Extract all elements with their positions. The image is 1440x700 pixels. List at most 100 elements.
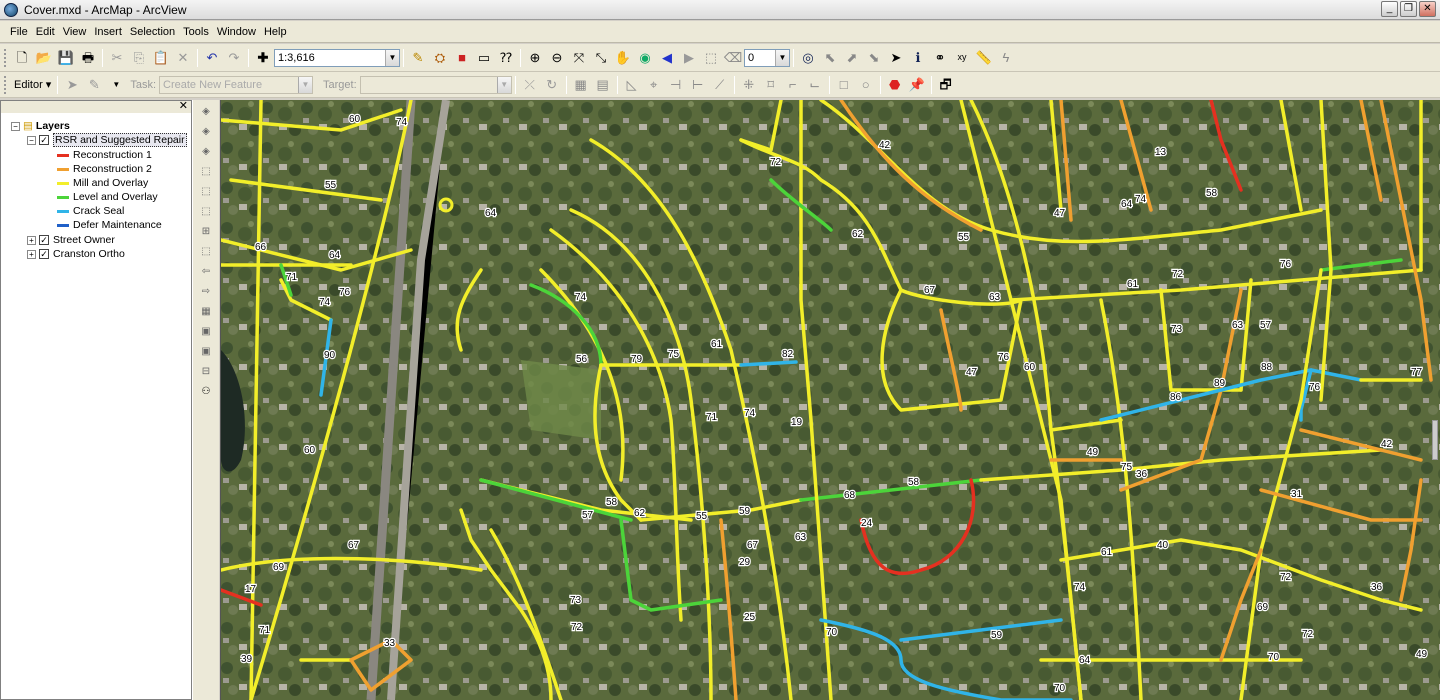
minimize-button[interactable]: _ bbox=[1381, 1, 1398, 17]
layout-view-icon[interactable]: 🗗 bbox=[937, 76, 955, 94]
layer-label[interactable]: Street Owner bbox=[53, 234, 115, 246]
vertex-icon[interactable]: ⁜ bbox=[740, 76, 758, 94]
toolbar-grip[interactable] bbox=[4, 75, 7, 94]
rectangle-icon[interactable]: □ bbox=[835, 76, 853, 94]
toolbar-grip[interactable] bbox=[4, 48, 7, 67]
topology-edit-icon[interactable]: ◺ bbox=[623, 76, 641, 94]
attributes-icon[interactable]: ▦ bbox=[572, 76, 590, 94]
back-arrow-icon[interactable]: ◀ bbox=[658, 49, 676, 67]
tool-icon[interactable]: ◈ bbox=[197, 123, 215, 140]
chevron-down-icon[interactable]: ▼ bbox=[298, 76, 313, 93]
rotate-tool-icon[interactable]: ↻ bbox=[543, 76, 561, 94]
tool-icon[interactable]: ◈ bbox=[197, 143, 215, 160]
find-binoculars-icon[interactable]: ⚭ bbox=[931, 49, 949, 67]
zoom-in-icon[interactable]: ⊕ bbox=[526, 49, 544, 67]
layer-visibility-checkbox[interactable]: ✓ bbox=[39, 135, 49, 145]
identify-icon[interactable]: ℹ bbox=[909, 49, 927, 67]
add-data-icon[interactable]: ✚ bbox=[254, 49, 272, 67]
edit-tool-icon[interactable]: ➤ bbox=[63, 76, 81, 94]
target-combo[interactable]: ▼ bbox=[359, 75, 512, 94]
rotation-combo[interactable]: 0 ▼ bbox=[744, 48, 790, 67]
split-tool-icon[interactable]: ⤫ bbox=[521, 76, 539, 94]
snap-vertex-icon[interactable]: ⌖ bbox=[645, 76, 663, 94]
toc-layer-street-owner[interactable]: + ✓ Street Owner bbox=[27, 233, 115, 247]
menu-window[interactable]: Window bbox=[213, 26, 260, 38]
save-icon[interactable]: 💾 bbox=[57, 49, 75, 67]
pointer-icon[interactable]: ⬉ bbox=[821, 49, 839, 67]
tool-icon[interactable]: ⚇ bbox=[197, 383, 215, 400]
reshape-icon[interactable]: ⌑ bbox=[762, 76, 780, 94]
stop-sign-icon[interactable]: ⬣ bbox=[886, 76, 904, 94]
trace-icon[interactable]: ⟋ bbox=[711, 76, 729, 94]
menu-help[interactable]: Help bbox=[260, 26, 291, 38]
snap-edge-icon[interactable]: ⊣ bbox=[667, 76, 685, 94]
select-arrow-icon[interactable]: ➤ bbox=[887, 49, 905, 67]
fixed-zoom-out-icon[interactable]: ⤡ bbox=[592, 49, 610, 67]
menu-selection[interactable]: Selection bbox=[126, 26, 179, 38]
map-display[interactable]: 60 74 55 64 66 71 74 76 90 60 67 69 17 71 39 64 74 56 79 75… bbox=[220, 100, 1440, 700]
collapse-icon[interactable]: − bbox=[27, 135, 36, 145]
hyperlink-lightning-icon[interactable]: ϟ bbox=[997, 49, 1015, 67]
go-to-xy-icon[interactable]: xy bbox=[953, 49, 971, 67]
zoom-out-icon[interactable]: ⊖ bbox=[548, 49, 566, 67]
tool-icon[interactable]: ▣ bbox=[197, 323, 215, 340]
snap-end-icon[interactable]: ⊢ bbox=[689, 76, 707, 94]
tool-icon[interactable]: ⇦ bbox=[197, 263, 215, 280]
editor-toolbar-icon[interactable]: ✎ bbox=[409, 49, 427, 67]
delete-icon[interactable]: ✕ bbox=[174, 49, 192, 67]
layer-target-icon[interactable]: ◎ bbox=[799, 49, 817, 67]
clear-selection-icon[interactable]: ⌫ bbox=[724, 49, 742, 67]
whats-this-help-icon[interactable]: ⁇ bbox=[497, 49, 515, 67]
maximize-button[interactable]: ❐ bbox=[1400, 1, 1417, 17]
cut-icon[interactable]: ✂ bbox=[108, 49, 126, 67]
tool-icon[interactable]: ▦ bbox=[197, 303, 215, 320]
select-elements-icon[interactable]: ⬈ bbox=[843, 49, 861, 67]
menu-edit[interactable]: Edit bbox=[32, 26, 59, 38]
layer-visibility-checkbox[interactable]: ✓ bbox=[39, 235, 49, 245]
layer-label[interactable]: RSR and Suggested Repair bbox=[53, 133, 187, 147]
sketch-properties-icon[interactable]: ▤ bbox=[594, 76, 612, 94]
task-combo[interactable]: Create New Feature ▼ bbox=[159, 75, 314, 94]
pan-hand-icon[interactable]: ✋ bbox=[614, 49, 632, 67]
close-button[interactable]: ✕ bbox=[1419, 1, 1436, 17]
tool-icon[interactable]: ⊞ bbox=[197, 223, 215, 240]
extend-icon[interactable]: ⌐ bbox=[784, 76, 802, 94]
print-icon[interactable]: 🖶 bbox=[79, 49, 97, 67]
trim-icon[interactable]: ⌙ bbox=[806, 76, 824, 94]
circle-icon[interactable]: ○ bbox=[857, 76, 875, 94]
select-features-icon[interactable]: ⬚ bbox=[702, 49, 720, 67]
redo-icon[interactable]: ↷ bbox=[225, 49, 243, 67]
chevron-down-icon[interactable]: ▼ bbox=[775, 49, 789, 66]
tool-icon[interactable]: ⇨ bbox=[197, 283, 215, 300]
map-scrollbar-thumb[interactable] bbox=[1432, 420, 1438, 460]
tool-icon[interactable]: ⊟ bbox=[197, 363, 215, 380]
chevron-down-icon[interactable]: ▼ bbox=[107, 76, 125, 94]
map-canvas[interactable]: 60 7455646671747690606769177139647456 79 75… bbox=[221, 100, 1440, 700]
expand-icon[interactable]: + bbox=[27, 249, 36, 259]
forward-arrow-icon[interactable]: ▶ bbox=[680, 49, 698, 67]
menu-file[interactable]: File bbox=[6, 26, 32, 38]
measure-icon[interactable]: 📏 bbox=[975, 49, 993, 67]
toc-layer-rsr[interactable]: − ✓ RSR and Suggested Repair bbox=[27, 133, 187, 147]
arctoolbox-icon[interactable]: ⛭ bbox=[431, 49, 449, 67]
tool-icon[interactable]: ◈ bbox=[197, 103, 215, 120]
copy-icon[interactable]: ⎘ bbox=[130, 49, 148, 67]
expand-icon[interactable]: + bbox=[27, 235, 36, 245]
tool-icon[interactable]: ⬚ bbox=[197, 163, 215, 180]
close-icon[interactable]: ✕ bbox=[179, 99, 188, 112]
layer-visibility-checkbox[interactable]: ✓ bbox=[39, 249, 49, 259]
tool-icon[interactable]: ⬚ bbox=[197, 203, 215, 220]
tool-icon[interactable]: ⬚ bbox=[197, 183, 215, 200]
map-scale-combo[interactable]: 1:3,616 ▼ bbox=[274, 48, 400, 67]
chevron-down-icon[interactable]: ▼ bbox=[496, 76, 511, 93]
tool-icon[interactable]: ⬚ bbox=[197, 243, 215, 260]
menu-tools[interactable]: Tools bbox=[179, 26, 213, 38]
menu-insert[interactable]: Insert bbox=[90, 26, 126, 38]
editor-menu[interactable]: Editor ▾ bbox=[14, 78, 51, 91]
tool-icon[interactable]: ▣ bbox=[197, 343, 215, 360]
toc-root[interactable]: − ▤ Layers bbox=[11, 119, 70, 133]
open-folder-icon[interactable]: 📂 bbox=[35, 49, 53, 67]
full-extent-globe-icon[interactable]: ◉ bbox=[636, 49, 654, 67]
arccatalog-icon[interactable]: ■ bbox=[453, 49, 471, 67]
new-document-icon[interactable]: 🗋 bbox=[13, 49, 31, 67]
